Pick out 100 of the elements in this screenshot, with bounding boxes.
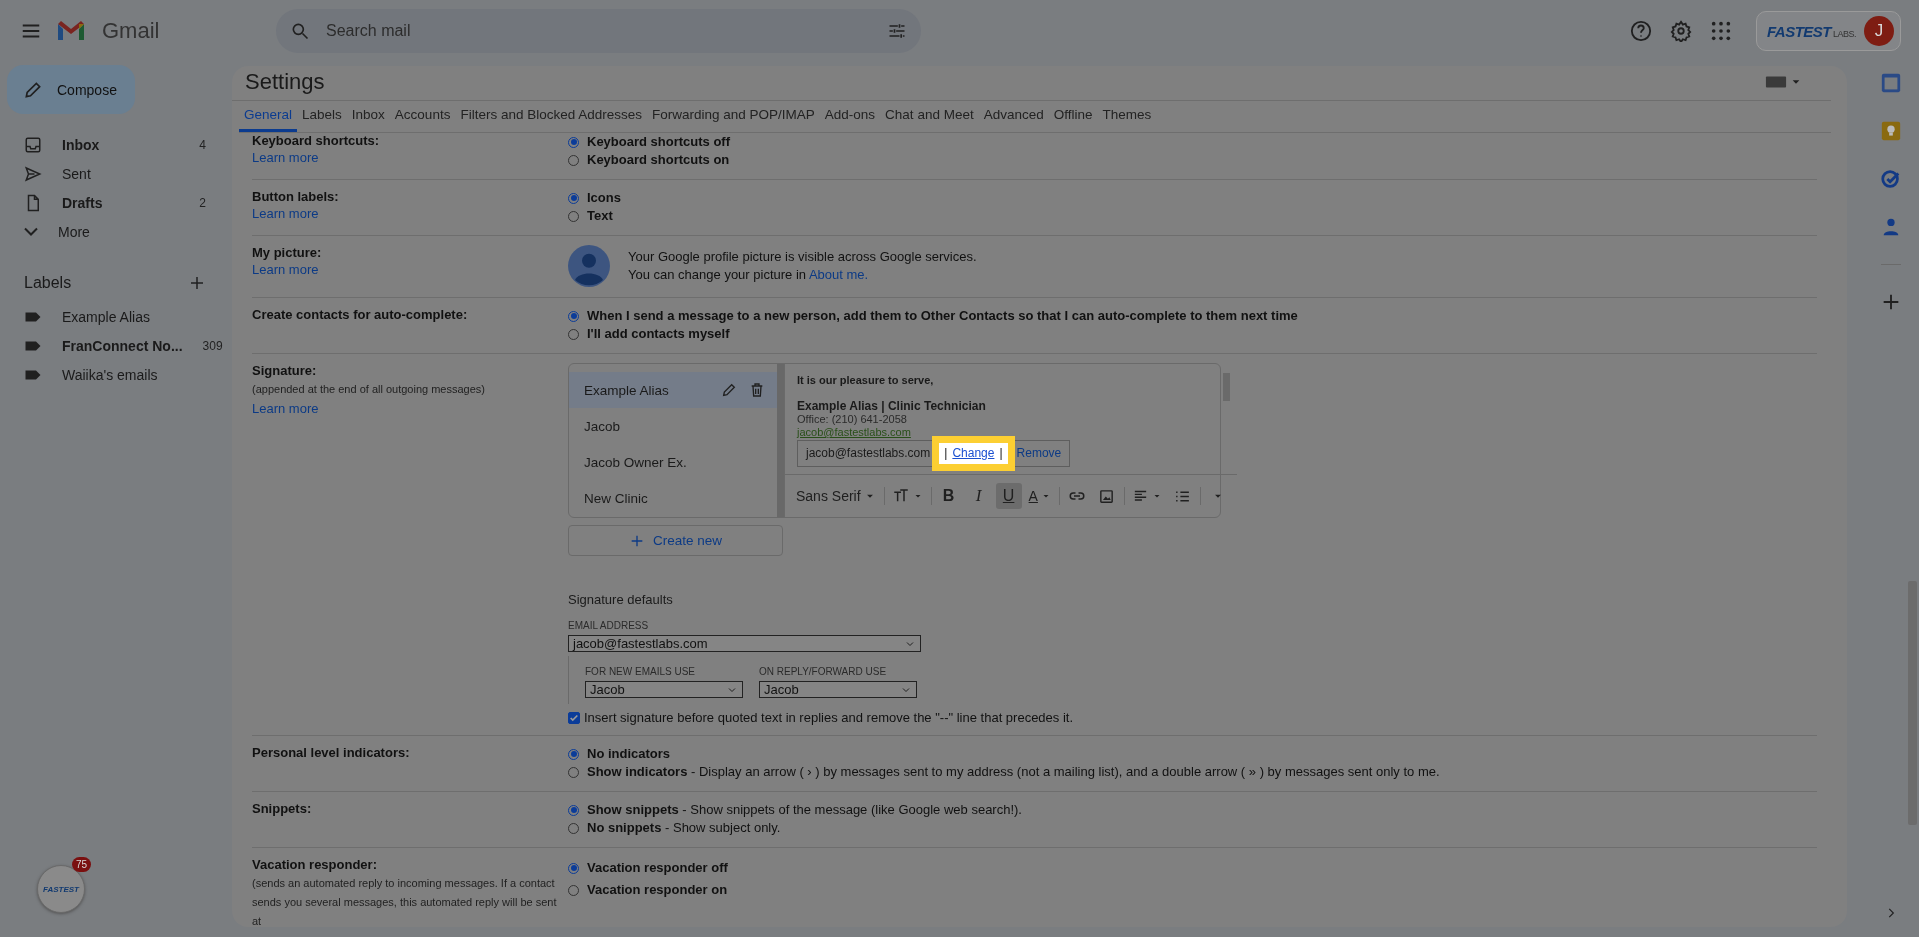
checkbox-label: Insert signature before quoted text in replies and remove the "--" line that precedes it. — [584, 710, 1074, 725]
picture-info-text: You can change your picture in About me. — [628, 266, 870, 284]
search-icon — [290, 21, 310, 41]
setting-label: Personal level indicators: — [252, 745, 411, 760]
email-address-select[interactable]: jacob@fastestlabs.com — [568, 635, 921, 652]
search-input[interactable]: Search mail — [324, 21, 873, 41]
inbox-icon — [24, 135, 42, 154]
image-icon — [1098, 487, 1116, 505]
option-label: When I send a message to a new person, add them to Other Contacts so that I can auto-complete to them next time — [587, 307, 1298, 325]
setting-label: Button labels: — [252, 189, 340, 204]
chevron-down-icon — [24, 227, 38, 236]
signature-text: It is our pleasure to serve, — [797, 374, 935, 387]
account-switcher[interactable]: FASTESTLABS. J — [1755, 11, 1901, 51]
label-item[interactable]: FranConnect No... 309 — [0, 331, 232, 360]
setting-label: Keyboard shortcuts: — [252, 133, 381, 148]
setting-note: (sends an automated reply to incoming messages. If a contact sends you several messages, this automated reply will be sent at — [252, 876, 558, 927]
signature-text: Office: (210) 641-2058 — [797, 413, 908, 426]
settings-tab[interactable]: Forwarding and POP/IMAP — [647, 101, 820, 132]
sidebar-item[interactable]: Inbox 4 — [0, 130, 232, 159]
settings-tab[interactable]: Themes — [1097, 101, 1157, 132]
learn-more-link[interactable]: Learn more — [252, 150, 319, 165]
new-email-signature-select[interactable]: Jacob — [585, 681, 743, 698]
italic-button[interactable]: I — [965, 483, 992, 509]
plus-icon — [188, 274, 206, 292]
option-label: Vacation responder on — [587, 881, 728, 899]
separator-text: | — [944, 447, 948, 460]
search-field[interactable]: Search mail — [276, 9, 921, 53]
account-avatar[interactable]: J — [1864, 16, 1894, 46]
sidebar-item[interactable]: Sent — [0, 159, 232, 188]
sidebar-item[interactable]: More — [0, 217, 232, 246]
label-item[interactable]: Waiika's emails — [0, 360, 232, 389]
settings-tab[interactable]: Labels — [297, 101, 347, 132]
option-label: No snippets - Show subject only. — [587, 819, 781, 837]
labels-heading: Labels — [24, 274, 72, 292]
setting-label: Create contacts for auto-complete: — [252, 307, 469, 322]
settings-tab[interactable]: Filters and Blocked Addresses — [455, 101, 647, 132]
option-label: I'll add contacts myself — [587, 325, 730, 343]
notification-badge: 75 — [71, 857, 91, 872]
field-label: EMAIL ADDRESS — [568, 620, 650, 631]
reply-signature-select[interactable]: Jacob — [759, 681, 917, 698]
setting-label: Vacation responder: — [252, 857, 378, 872]
settings-tab[interactable]: Advanced — [978, 101, 1049, 132]
option-label: Keyboard shortcuts on — [587, 151, 730, 169]
create-new-button[interactable]: Create new — [568, 525, 783, 556]
field-label: FOR NEW EMAILS USE — [585, 666, 696, 677]
settings-tab[interactable]: Accounts — [389, 101, 456, 132]
learn-more-link[interactable]: Learn more — [252, 262, 319, 277]
pencil-icon — [23, 79, 43, 100]
gmail-logo — [56, 20, 86, 42]
setting-label: Signature: — [252, 363, 318, 378]
signature-text: Example Alias | Clinic Technician — [797, 400, 987, 413]
settings-tab[interactable]: Offline — [1048, 101, 1098, 132]
calendar-icon — [1880, 72, 1902, 94]
option-label: Show snippets - Show snippets of the message (like Google web search!). — [587, 801, 1022, 819]
change-link[interactable]: Change — [952, 447, 995, 460]
sidebar-item[interactable]: Drafts 2 — [0, 188, 232, 217]
keyboard-icon — [1765, 75, 1787, 89]
brand-logo: FASTEST — [43, 884, 79, 894]
apps-grid-icon — [1709, 20, 1732, 42]
scrollbar[interactable] — [777, 364, 784, 517]
learn-more-link[interactable]: Learn more — [252, 401, 319, 416]
app-name: Gmail — [102, 18, 161, 44]
signature-item[interactable]: Example Alias — [569, 372, 777, 408]
trash-icon — [749, 382, 765, 398]
email-link[interactable]: jacob@fastestlabs.com — [797, 426, 911, 439]
option-label: Icons — [587, 189, 621, 207]
underline-button[interactable]: U — [995, 483, 1022, 509]
label-item[interactable]: Example Alias — [0, 302, 232, 331]
setting-label: My picture: — [252, 245, 323, 260]
pencil-icon — [721, 382, 737, 398]
setting-note: (appended at the end of all outgoing messages) — [252, 382, 486, 397]
help-icon — [1629, 20, 1652, 42]
settings-tab[interactable]: Inbox — [346, 101, 390, 132]
settings-tab[interactable]: Chat and Meet — [880, 101, 979, 132]
signature-item[interactable]: New Clinic — [569, 480, 777, 516]
option-label: Text — [587, 207, 613, 225]
setting-label: Snippets: — [252, 801, 313, 816]
learn-more-link[interactable]: Learn more — [252, 206, 319, 221]
remove-link[interactable]: Remove — [1016, 447, 1062, 460]
picture-info-text: Your Google profile picture is visible across Google services. — [628, 248, 977, 266]
checkbox[interactable] — [568, 711, 580, 724]
settings-tab[interactable]: General — [239, 101, 298, 132]
about-me-link[interactable]: About me. — [808, 267, 869, 282]
signature-item[interactable]: Jacob — [569, 408, 777, 444]
lightbulb-icon — [1880, 120, 1902, 142]
settings-tab[interactable]: Add-ons — [819, 101, 881, 132]
bold-button[interactable]: B — [935, 483, 962, 509]
option-label: Vacation responder off — [587, 859, 728, 877]
filter-options-icon — [887, 21, 907, 41]
signature-editor[interactable]: It is our pleasure to serve, Example Alias | Clinic Technician Office: (210) 641-2058 jacob@fastestlabs.com jacob@fastestlabs.com | Change | Remove — [785, 364, 1237, 475]
send-icon — [24, 164, 42, 183]
text-color-button[interactable]: A — [1025, 483, 1055, 509]
separator-text: | — [999, 447, 1003, 460]
field-label: ON REPLY/FORWARD USE — [759, 666, 888, 677]
compose-button[interactable]: Compose — [7, 65, 135, 114]
signature-item[interactable]: Jacob Owner Ex. — [569, 444, 777, 480]
input-tools-button[interactable] — [1765, 75, 1801, 89]
font-dropdown[interactable]: Sans Serif — [793, 483, 880, 509]
profile-avatar-icon — [568, 245, 610, 287]
section-title: Signature defaults — [568, 592, 674, 607]
